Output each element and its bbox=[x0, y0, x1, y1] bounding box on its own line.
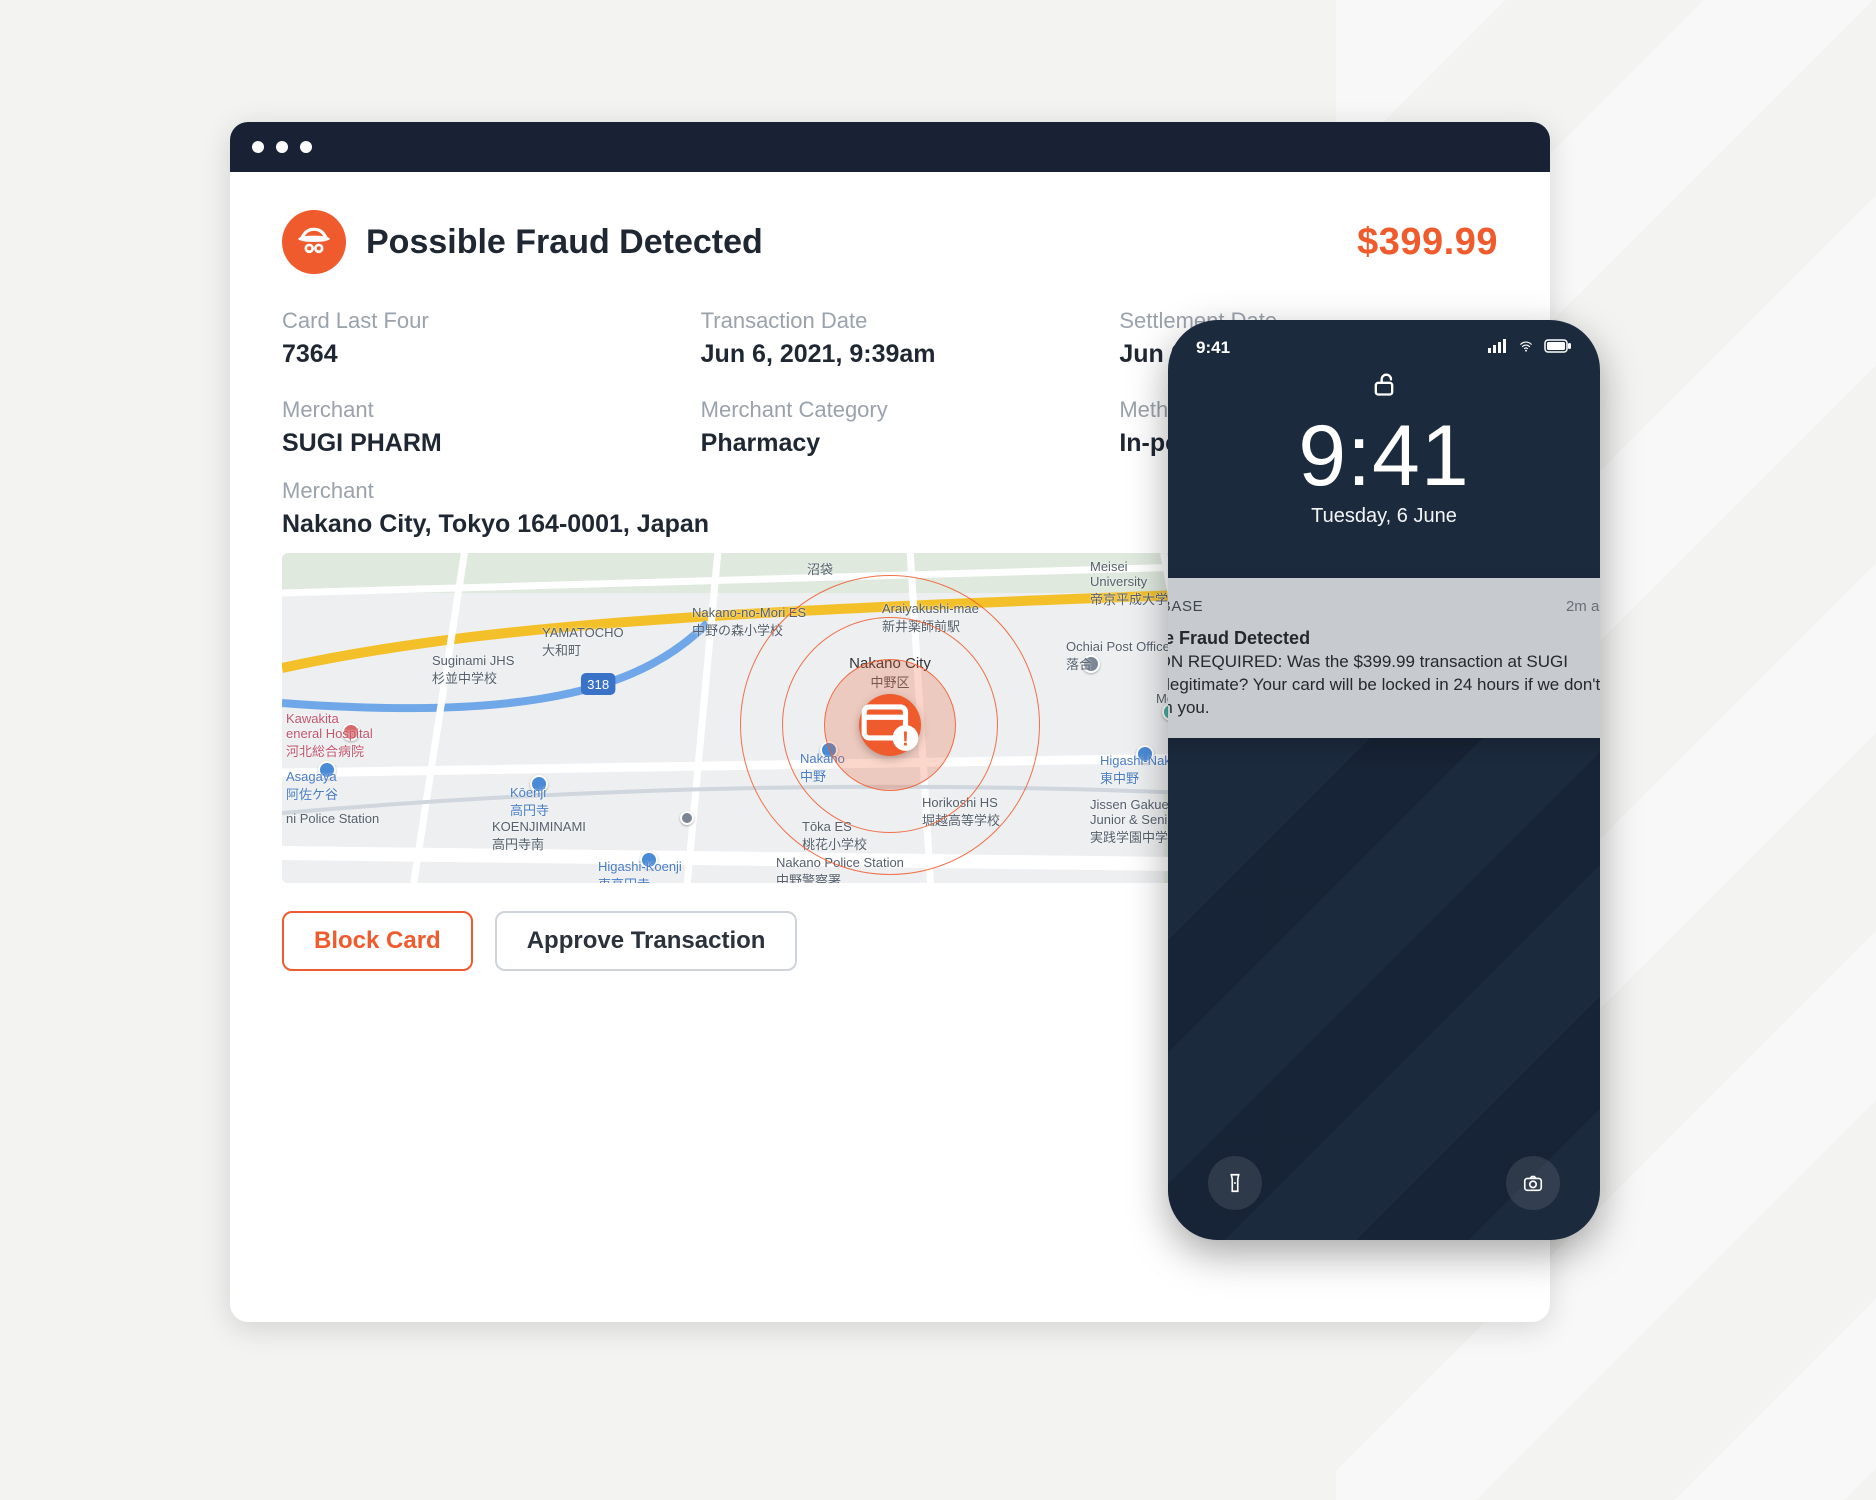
field-label: Transaction Date bbox=[701, 308, 1080, 334]
lock-screen: 9:41 Tuesday, 6 June bbox=[1168, 370, 1600, 528]
notification-body: ACTION REQUIRED: Was the $399.99 transac… bbox=[1168, 651, 1600, 720]
map-label: Tōka ES桃花小学校 bbox=[802, 819, 867, 853]
field-value: Jun 6, 2021, 9:39am bbox=[701, 340, 1080, 369]
map-label: Kōenji高円寺 bbox=[510, 785, 549, 819]
map-label: Horikoshi HS堀越高等学校 bbox=[922, 795, 1000, 829]
map-label: Asagaya阿佐ケ谷 bbox=[286, 769, 338, 803]
map-center-en: Nakano City bbox=[849, 655, 931, 672]
notification-title: Possible Fraud Detected bbox=[1168, 628, 1600, 649]
map-label: Araiyakushi-mae新井薬師前駅 bbox=[882, 601, 979, 635]
map-label: Nakano中野 bbox=[800, 751, 845, 785]
approve-transaction-button[interactable]: Approve Transaction bbox=[495, 911, 798, 971]
field-value: SUGI PHARM bbox=[282, 429, 661, 458]
svg-text:318: 318 bbox=[587, 677, 609, 692]
field-label: Card Last Four bbox=[282, 308, 661, 334]
field-label: Merchant Category bbox=[701, 397, 1080, 423]
lock-date: Tuesday, 6 June bbox=[1168, 505, 1600, 528]
lock-time: 9:41 bbox=[1168, 413, 1600, 499]
fraud-spy-icon bbox=[282, 210, 346, 274]
window-minimize-dot[interactable] bbox=[276, 141, 288, 153]
field-merchant-category: Merchant Category Pharmacy bbox=[701, 397, 1080, 458]
statusbar-time: 9:41 bbox=[1196, 338, 1230, 358]
map-center-label: Nakano City 中野区 bbox=[849, 655, 931, 691]
window-close-dot[interactable] bbox=[252, 141, 264, 153]
poi-generic-icon bbox=[680, 811, 694, 825]
block-card-button[interactable]: Block Card bbox=[282, 911, 473, 971]
signal-icon bbox=[1488, 338, 1508, 358]
svg-text:!: ! bbox=[902, 727, 909, 750]
field-value: 7364 bbox=[282, 340, 661, 369]
map-label: Kawakitaeneral Hospital河北総合病院 bbox=[286, 711, 373, 760]
field-merchant: Merchant SUGI PHARM bbox=[282, 397, 661, 458]
field-label: Merchant bbox=[282, 397, 661, 423]
wifi-icon bbox=[1516, 338, 1536, 358]
phone-mockup: 9:41 9:41 Tuesday, 6 June bbox=[1168, 320, 1600, 1240]
push-notification[interactable]: AIRBASE 2m ago Possible Fraud Detected A… bbox=[1168, 578, 1600, 738]
battery-icon bbox=[1544, 338, 1572, 358]
map-label: YAMATOCHO大和町 bbox=[542, 625, 624, 659]
notification-header: AIRBASE 2m ago bbox=[1168, 594, 1600, 618]
alert-header: Possible Fraud Detected $399.99 bbox=[282, 210, 1498, 274]
field-transaction-date: Transaction Date Jun 6, 2021, 9:39am bbox=[701, 308, 1080, 369]
fraud-location-pin-icon: ! bbox=[859, 694, 921, 756]
map-center-jp: 中野区 bbox=[849, 672, 931, 691]
window-titlebar bbox=[230, 122, 1550, 172]
window-zoom-dot[interactable] bbox=[300, 141, 312, 153]
flashlight-button[interactable] bbox=[1208, 1156, 1262, 1210]
phone-statusbar: 9:41 bbox=[1168, 320, 1600, 364]
notification-timestamp: 2m ago bbox=[1566, 598, 1600, 615]
map-label: 沼袋 bbox=[807, 559, 833, 578]
unlock-icon bbox=[1370, 385, 1398, 402]
alert-title: Possible Fraud Detected bbox=[366, 223, 763, 262]
notification-app-name: AIRBASE bbox=[1168, 598, 1203, 615]
map-label: ni Police Station bbox=[286, 811, 379, 826]
map-label: KOENJIMINAMI高円寺南 bbox=[492, 819, 586, 853]
map-label: Nakano Police Station中野警察署 bbox=[776, 855, 904, 883]
lock-screen-footer bbox=[1168, 1156, 1600, 1210]
alert-amount: $399.99 bbox=[1357, 221, 1498, 264]
map-label: MeiseiUniversity帝京平成大学 bbox=[1090, 559, 1168, 608]
field-value: Pharmacy bbox=[701, 429, 1080, 458]
map-label: Suginami JHS杉並中学校 bbox=[432, 653, 514, 687]
field-card-last-four: Card Last Four 7364 bbox=[282, 308, 661, 369]
camera-button[interactable] bbox=[1506, 1156, 1560, 1210]
map-label: Higashi-Koenji東高円寺 bbox=[598, 859, 682, 883]
map-label: Nakano-no-Mori ES中野の森小学校 bbox=[692, 605, 806, 639]
map-label: Ochiai Post Office落合 bbox=[1066, 639, 1170, 673]
